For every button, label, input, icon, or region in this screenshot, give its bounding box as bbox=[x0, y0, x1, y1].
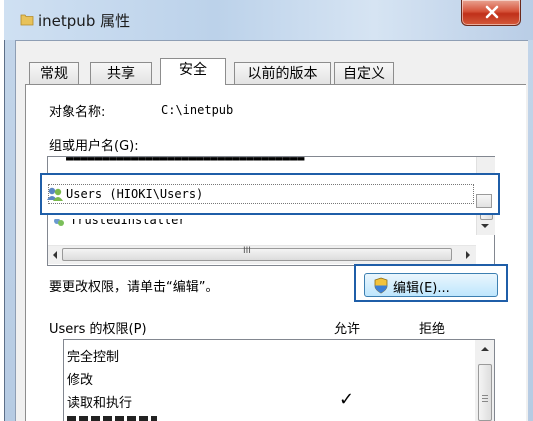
scroll-left-icon[interactable] bbox=[50, 249, 60, 261]
tab-sharing[interactable]: 共享 bbox=[90, 62, 152, 84]
allow-column-header: 允许 bbox=[334, 322, 361, 337]
scroll-grip: III bbox=[243, 246, 251, 256]
tab-security[interactable]: 安全 bbox=[160, 58, 226, 85]
permissions-scroll-thumb[interactable] bbox=[478, 364, 492, 421]
list-horizontal-thumb[interactable]: III bbox=[62, 246, 452, 261]
title-bar[interactable]: inetpub 属性 bbox=[4, 0, 533, 40]
users-group-icon bbox=[52, 219, 66, 233]
deny-column-header: 拒绝 bbox=[419, 322, 446, 337]
allow-check-mark: ✓ bbox=[339, 389, 355, 410]
close-icon bbox=[485, 5, 499, 19]
selected-user-name: Users (HIOKI\Users) bbox=[66, 187, 204, 201]
tab-customize[interactable]: 自定义 bbox=[334, 62, 394, 84]
permission-name: 读取和执行 bbox=[67, 396, 133, 411]
uac-shield-icon bbox=[374, 277, 388, 294]
permission-row-partial bbox=[67, 416, 157, 421]
change-permission-hint: 要更改权限，请单击“编辑”。 bbox=[49, 280, 219, 295]
group-user-label: 组或用户名(G): bbox=[49, 139, 139, 154]
scrollbar-segment[interactable] bbox=[476, 194, 492, 208]
selected-user-row[interactable]: Users (HIOKI\Users) bbox=[40, 173, 500, 215]
list-item[interactable]: ▬▬▬▬▬▬▬▬▬▬▬▬▬▬▬▬▬▬▬▬▬▬▬▬▬▬▬▬▬▬▬▬▬ bbox=[48, 157, 494, 165]
edit-button[interactable]: 编辑(E)... bbox=[364, 273, 498, 297]
list-item[interactable]: TrustedInstaller bbox=[48, 219, 494, 233]
scroll-right-icon[interactable] bbox=[463, 249, 473, 261]
folder-icon bbox=[20, 14, 34, 26]
permissions-header: Users 的权限(P) bbox=[49, 322, 147, 337]
users-group-icon bbox=[46, 186, 64, 206]
permission-name: 修改 bbox=[67, 373, 94, 388]
object-name-value: C:\inetpub bbox=[161, 103, 234, 117]
window-title: inetpub 属性 bbox=[38, 12, 131, 30]
close-button[interactable] bbox=[461, 0, 521, 26]
object-name-label: 对象名称: bbox=[49, 105, 106, 120]
tab-previous-versions[interactable]: 以前的版本 bbox=[234, 62, 331, 84]
scroll-up-icon[interactable] bbox=[479, 344, 491, 354]
scroll-down-icon[interactable] bbox=[479, 221, 491, 231]
tab-general[interactable]: 常规 bbox=[29, 62, 79, 84]
permission-name: 完全控制 bbox=[67, 350, 120, 365]
